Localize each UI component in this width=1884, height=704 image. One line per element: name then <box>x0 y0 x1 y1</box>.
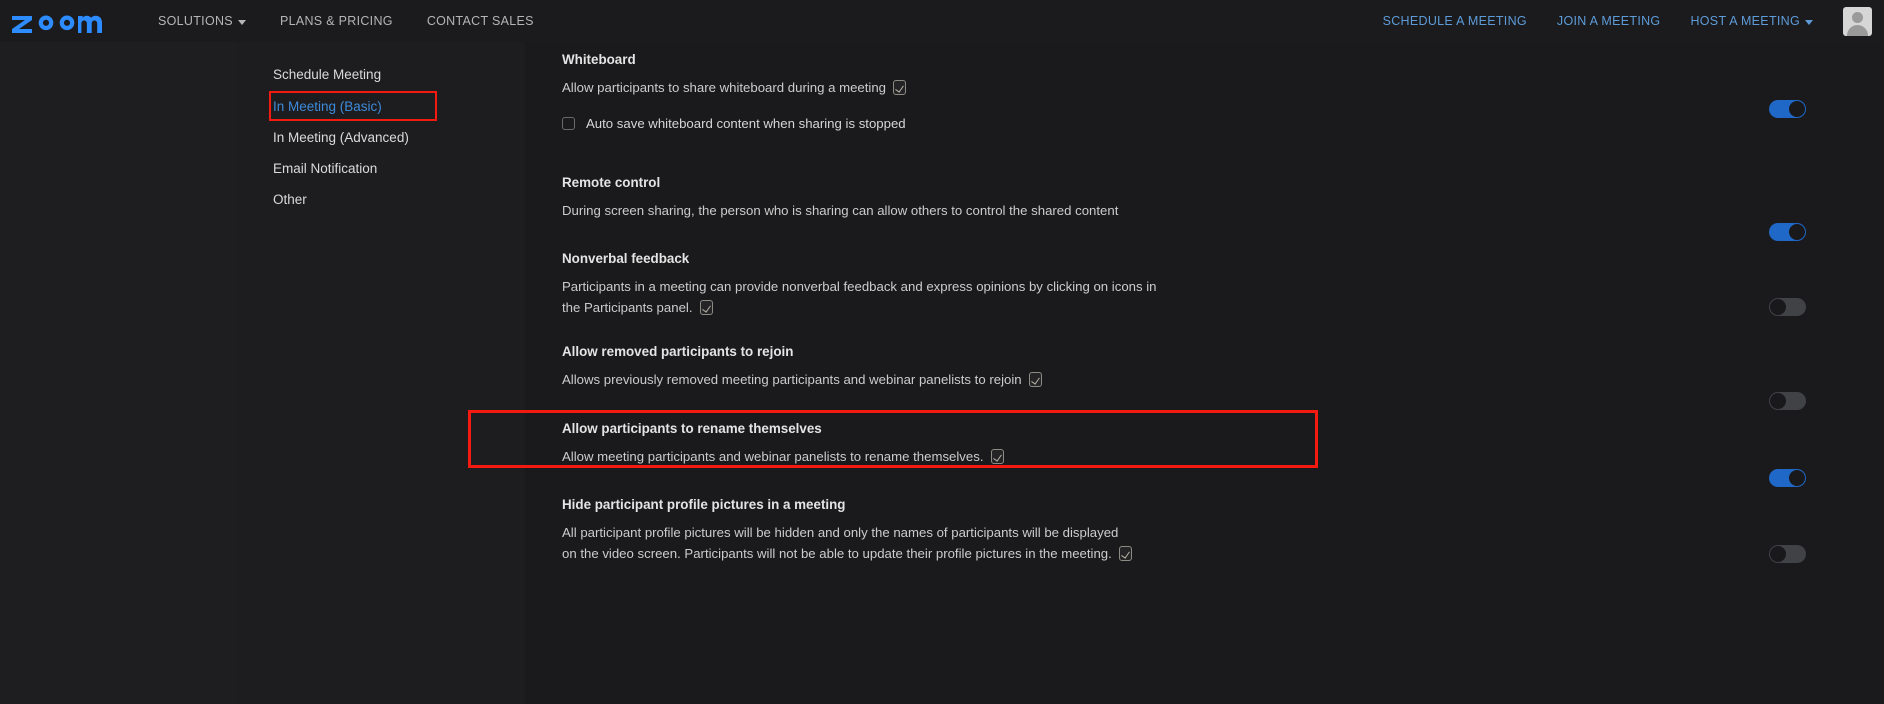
toggle-knob <box>1770 393 1786 409</box>
nav-item-schedule-a-meeting[interactable]: SCHEDULE A MEETING <box>1383 14 1527 28</box>
nav-item-contact-sales-label: CONTACT SALES <box>426 14 534 28</box>
setting-description: Allows previously removed meeting partic… <box>562 369 1262 390</box>
avatar-head <box>1852 11 1863 23</box>
whiteboard-autosave-row: Auto save whiteboard content when sharin… <box>562 116 1839 131</box>
setting-title: Allow participants to rename themselves <box>562 421 822 436</box>
setting-description-text: Allow meeting participants and webinar p… <box>562 449 984 464</box>
sidebar-item-label: Other <box>273 192 307 207</box>
toggle-remote-control[interactable] <box>1769 223 1806 241</box>
toggle-knob <box>1789 470 1805 486</box>
nav-item-plans-pricing[interactable]: PLANS & PRICING <box>280 14 393 28</box>
nav-item-join-a-meeting[interactable]: JOIN A MEETING <box>1557 14 1661 28</box>
nav-item-contact-sales[interactable]: CONTACT SALES <box>427 14 534 28</box>
setting-title: Hide participant profile pictures in a m… <box>562 497 846 512</box>
chevron-down-icon <box>1805 19 1813 25</box>
setting-description: All participant profile pictures will be… <box>562 522 1132 565</box>
sidebar-item-schedule-meeting[interactable]: Schedule Meeting <box>269 59 437 90</box>
setting-title: Nonverbal feedback <box>562 251 690 266</box>
lock-icon <box>990 449 1004 464</box>
sidebar-item-email-notification[interactable]: Email Notification <box>269 153 437 184</box>
sidebar-item-in-meeting-advanced[interactable]: In Meeting (Advanced) <box>269 122 437 153</box>
lock-icon <box>893 80 907 95</box>
setting-description-text: During screen sharing, the person who is… <box>562 203 1119 218</box>
settings-content: Allow participants to use annotation too… <box>468 2 1884 704</box>
lock-icon <box>699 300 713 316</box>
sidebar-item-label: Schedule Meeting <box>273 67 382 82</box>
toggle-nonverbal-feedback[interactable] <box>1769 298 1806 316</box>
setting-allow-removed-participants-to-rejoin: Allow removed participants to rejoin All… <box>525 344 1884 390</box>
toggle-allow-participants-to-rename-themselves[interactable] <box>1769 469 1806 487</box>
nav-item-host-a-meeting[interactable]: HOST A MEETING <box>1690 14 1813 28</box>
toggle-knob <box>1770 546 1786 562</box>
setting-title: Whiteboard <box>562 52 636 67</box>
whiteboard-autosave-label: Auto save whiteboard content when sharin… <box>586 116 906 132</box>
setting-title: Remote control <box>562 175 661 190</box>
sidebar-item-label: Email Notification <box>273 161 378 176</box>
setting-hide-participant-profile-pictures: Hide participant profile pictures in a m… <box>525 497 1884 565</box>
sidebar-item-label: In Meeting (Advanced) <box>273 130 409 145</box>
toggle-knob <box>1789 101 1805 117</box>
setting-description-text: All participant profile pictures will be… <box>562 525 1119 562</box>
toggle-knob <box>1770 299 1786 315</box>
toggle-hide-participant-profile-pictures[interactable] <box>1769 545 1806 563</box>
sidebar-item-other[interactable]: Other <box>269 184 437 215</box>
primary-navigation: SOLUTIONS PLANS & PRICING CONTACT SALES <box>158 14 534 28</box>
toggle-knob <box>1789 224 1805 240</box>
account-navigation: SCHEDULE A MEETING JOIN A MEETING HOST A… <box>1383 6 1872 36</box>
setting-nonverbal-feedback: Nonverbal feedback Participants in a mee… <box>525 251 1884 319</box>
nav-item-solutions[interactable]: SOLUTIONS <box>158 14 246 28</box>
setting-remote-control: Remote control During screen sharing, th… <box>525 175 1884 221</box>
sidebar-item-in-meeting-basic[interactable]: In Meeting (Basic) <box>269 91 437 121</box>
settings-sidebar: Schedule Meeting In Meeting (Basic) In M… <box>237 42 525 704</box>
setting-description: Allow meeting participants and webinar p… <box>562 446 1262 467</box>
avatar-body <box>1847 24 1868 36</box>
nav-item-schedule-a-meeting-label: SCHEDULE A MEETING <box>1382 14 1527 28</box>
toggle-whiteboard[interactable] <box>1769 100 1806 118</box>
sidebar-item-label: In Meeting (Basic) <box>273 98 382 114</box>
nav-item-join-a-meeting-label: JOIN A MEETING <box>1556 14 1661 28</box>
setting-title: Allow removed participants to rejoin <box>562 344 794 359</box>
nav-item-solutions-label: SOLUTIONS <box>158 14 233 28</box>
nav-item-plans-pricing-label: PLANS & PRICING <box>279 14 393 28</box>
chevron-down-icon <box>237 19 246 25</box>
left-rail <box>0 42 237 704</box>
setting-whiteboard: Whiteboard Allow participants to share w… <box>525 52 1884 131</box>
setting-allow-participants-to-rename-themselves: Allow participants to rename themselves … <box>525 421 1884 467</box>
zoom-logo[interactable] <box>10 6 118 36</box>
nav-item-host-a-meeting-label: HOST A MEETING <box>1690 14 1800 28</box>
avatar[interactable] <box>1843 6 1872 36</box>
setting-description: During screen sharing, the person who is… <box>562 200 1322 221</box>
setting-description-text: Allows previously removed meeting partic… <box>562 372 1022 387</box>
page-body: Schedule Meeting In Meeting (Basic) In M… <box>0 2 1884 704</box>
whiteboard-autosave-checkbox[interactable] <box>562 117 575 131</box>
lock-icon <box>1028 372 1042 387</box>
setting-description: Participants in a meeting can provide no… <box>562 276 1162 319</box>
toggle-allow-removed-participants-to-rejoin[interactable] <box>1769 392 1806 410</box>
setting-description: Allow participants to share whiteboard d… <box>562 77 1182 98</box>
lock-icon <box>1118 546 1132 562</box>
site-header: SOLUTIONS PLANS & PRICING CONTACT SALES … <box>0 0 1884 42</box>
setting-description-text: Participants in a meeting can provide no… <box>562 279 1157 316</box>
setting-description-text: Allow participants to share whiteboard d… <box>562 80 887 95</box>
